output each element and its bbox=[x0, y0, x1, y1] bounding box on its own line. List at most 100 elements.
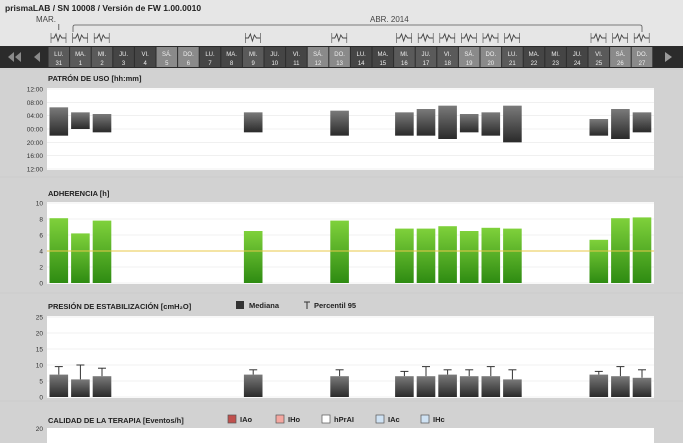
day-cell-name: VI. bbox=[595, 52, 603, 58]
day-cell-number: 13 bbox=[336, 61, 343, 67]
pressure-median-bar-9[interactable] bbox=[243, 374, 263, 397]
usage-title: PATRÓN DE USO [hh:mm] bbox=[48, 74, 142, 83]
pressure-median-bar-31[interactable] bbox=[49, 374, 69, 397]
day-cell-21[interactable]: LU. 21 bbox=[502, 47, 523, 67]
usage-bar-2[interactable] bbox=[92, 114, 112, 133]
month-label-prev: MAR. bbox=[36, 15, 56, 24]
day-cell-4[interactable]: VI.4 bbox=[134, 47, 156, 67]
day-cell-16[interactable]: MI. 16 bbox=[394, 47, 415, 67]
day-cell-number: 24 bbox=[574, 61, 581, 67]
day-cell-22[interactable]: MA. 22 bbox=[523, 47, 545, 67]
adherence-bar-19[interactable] bbox=[459, 231, 479, 283]
pressure-median-bar-19[interactable] bbox=[459, 376, 479, 397]
adherence-bar-25[interactable] bbox=[589, 239, 609, 283]
usage-bar-17[interactable] bbox=[416, 109, 436, 136]
usage-bar-20[interactable] bbox=[481, 112, 501, 136]
day-cell-name: SÁ. bbox=[313, 51, 323, 58]
day-cell-name: JU. bbox=[270, 52, 279, 58]
usage-bar-27[interactable] bbox=[632, 112, 652, 133]
pressure-title: PRESIÓN DE ESTABILIZACIÓN [cmH₂O] bbox=[48, 302, 192, 311]
adherence-bar-9[interactable] bbox=[243, 231, 263, 283]
day-cell-19[interactable]: SÁ. 19 bbox=[458, 47, 480, 67]
pressure-median-bar-20[interactable] bbox=[481, 376, 501, 397]
pressure-median-bar-18[interactable] bbox=[438, 374, 457, 397]
day-cell-number: 18 bbox=[444, 61, 451, 67]
usage-bar-9[interactable] bbox=[243, 112, 263, 133]
adherence-bar-17[interactable] bbox=[416, 228, 436, 283]
day-cell-25[interactable]: VI. 25 bbox=[588, 47, 610, 67]
adherence-bar-18[interactable] bbox=[438, 226, 457, 283]
usage-bar-18[interactable] bbox=[438, 105, 457, 139]
adherence-bar-21[interactable] bbox=[503, 228, 522, 283]
day-cell-name: DO. bbox=[334, 52, 345, 58]
usage-bar-1[interactable] bbox=[71, 112, 90, 129]
day-cell-10[interactable]: JU. 10 bbox=[264, 47, 286, 67]
pressure-median-bar-1[interactable] bbox=[71, 379, 90, 397]
pressure-median-bar-21[interactable] bbox=[503, 379, 522, 397]
day-cell-13[interactable]: DO. 13 bbox=[329, 47, 350, 67]
pressure-median-bar-13[interactable] bbox=[330, 376, 349, 397]
month-label-current: ABR. 2014 bbox=[370, 15, 409, 24]
day-cell-27[interactable]: DO. 27 bbox=[631, 47, 653, 67]
day-cell-6[interactable]: DO.6 bbox=[178, 47, 199, 67]
day-cell-7[interactable]: LU.7 bbox=[199, 47, 221, 67]
day-cell-number: 17 bbox=[423, 61, 430, 67]
axis-tick-label: 6 bbox=[39, 233, 43, 240]
usage-bar-13[interactable] bbox=[330, 110, 349, 136]
legend-swatch-ihc bbox=[420, 414, 430, 424]
usage-bar-19[interactable] bbox=[459, 114, 479, 133]
day-cell-31[interactable]: LU. 31 bbox=[48, 47, 70, 67]
day-cell-23[interactable]: MI. 23 bbox=[545, 47, 566, 67]
usage-bar-25[interactable] bbox=[589, 119, 609, 136]
nav-prev-fast-button[interactable] bbox=[0, 46, 26, 68]
day-cell-18[interactable]: VI. 18 bbox=[437, 47, 458, 67]
pressure-median-bar-26[interactable] bbox=[611, 376, 630, 397]
adherence-bar-1[interactable] bbox=[71, 233, 90, 283]
day-cell-number: 19 bbox=[466, 61, 473, 67]
day-cell-name: VI. bbox=[293, 52, 301, 58]
usage-bar-21[interactable] bbox=[503, 105, 522, 143]
day-cell-name: MA. bbox=[226, 52, 237, 58]
day-cell-17[interactable]: JU. 17 bbox=[415, 47, 437, 67]
adherence-bar-16[interactable] bbox=[395, 228, 414, 283]
day-cell-20[interactable]: DO. 20 bbox=[480, 47, 502, 67]
day-cell-2[interactable]: MI.2 bbox=[91, 47, 113, 67]
usage-bar-16[interactable] bbox=[395, 112, 414, 136]
day-cell-8[interactable]: MA.8 bbox=[221, 47, 242, 67]
pressure-median-bar-27[interactable] bbox=[632, 377, 652, 397]
legend-label-iac: IAc bbox=[388, 415, 400, 424]
usage-bar-26[interactable] bbox=[611, 109, 630, 139]
day-cell-15[interactable]: MA. 15 bbox=[372, 47, 394, 67]
day-cell-5[interactable]: SÁ.5 bbox=[156, 47, 178, 67]
day-cell-24[interactable]: JU. 24 bbox=[566, 47, 588, 67]
pressure-median-bar-16[interactable] bbox=[395, 376, 414, 397]
day-cell-name: LU. bbox=[205, 52, 215, 58]
device-title: prismaLAB / SN 10008 / Versión de FW 1.0… bbox=[5, 3, 201, 13]
pressure-median-bar-17[interactable] bbox=[416, 376, 436, 397]
pressure-plot-area bbox=[47, 316, 654, 398]
nav-next-button[interactable] bbox=[654, 46, 683, 68]
adherence-bar-20[interactable] bbox=[481, 227, 501, 283]
day-cell-9[interactable]: MI.9 bbox=[242, 47, 264, 67]
adherence-bar-27[interactable] bbox=[632, 217, 652, 283]
day-cell-name: LU. bbox=[357, 52, 367, 58]
day-cell-14[interactable]: LU. 14 bbox=[350, 47, 372, 67]
legend-label-ihc: IHc bbox=[433, 415, 445, 424]
day-cell-number: 26 bbox=[617, 61, 624, 67]
quality-title: CALIDAD DE LA TERAPIA [Eventos/h] bbox=[48, 416, 184, 425]
pressure-median-bar-2[interactable] bbox=[92, 376, 112, 397]
day-cell-name: JU. bbox=[422, 52, 431, 58]
day-cell-3[interactable]: JU.3 bbox=[113, 47, 134, 67]
adherence-bar-13[interactable] bbox=[330, 220, 349, 283]
pressure-median-bar-25[interactable] bbox=[589, 374, 609, 397]
nav-prev-button[interactable] bbox=[28, 46, 46, 68]
usage-bar-31[interactable] bbox=[49, 107, 69, 136]
adherence-title: ADHERENCIA [h] bbox=[48, 189, 110, 198]
day-cell-26[interactable]: SÁ. 26 bbox=[610, 47, 631, 67]
adherence-bar-2[interactable] bbox=[92, 220, 112, 283]
day-cell-1[interactable]: MA.1 bbox=[70, 47, 91, 67]
day-cell-11[interactable]: VI. 11 bbox=[286, 47, 307, 67]
day-cell-number: 14 bbox=[358, 61, 365, 67]
day-cell-12[interactable]: SÁ. 12 bbox=[307, 47, 329, 67]
day-cell-name: SÁ. bbox=[162, 51, 172, 58]
